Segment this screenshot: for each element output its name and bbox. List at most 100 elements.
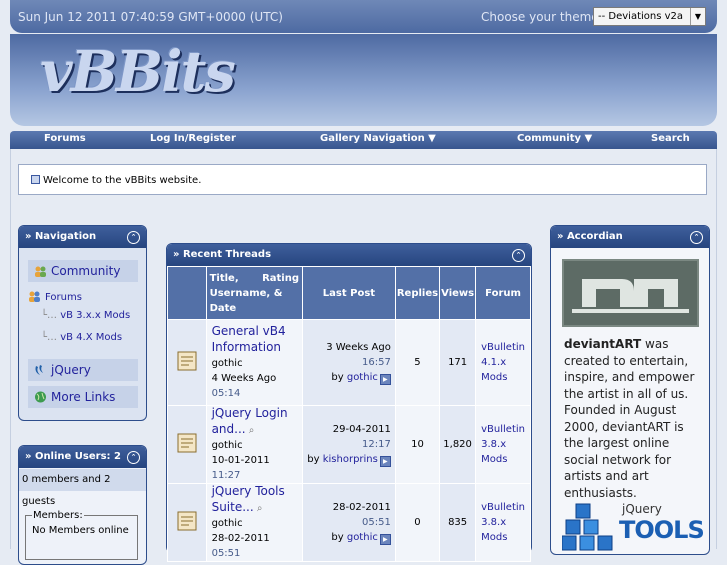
nav-search[interactable]: Search — [651, 133, 690, 144]
forum-cell: vBulletin 3.8.x Mods — [475, 405, 531, 484]
nav-link-vb4[interactable]: └… vB 4.X Mods — [41, 332, 122, 343]
title-column-header[interactable]: Title, Rating Username, & Date — [205, 266, 304, 320]
forum-cell: vBulletin 4.1.x Mods — [475, 319, 531, 406]
table-row: jQuery Tools Suite... ⌕ gothic 28-02-201… — [167, 483, 531, 562]
thread-document-icon — [177, 351, 197, 371]
nav-link-forums-label: Forums — [45, 292, 82, 303]
jquery-small-text: jQuery — [622, 502, 662, 516]
nav-link-jquery[interactable]: jQuery — [28, 359, 138, 381]
accordian-text: deviantART was created to entertain, ins… — [564, 336, 702, 501]
deviantart-brand: deviantART — [564, 337, 642, 351]
forum-header[interactable]: Forum — [475, 266, 531, 320]
icon-column-header — [167, 266, 207, 320]
views-cell: 171 — [439, 319, 477, 406]
recent-threads-box: » Recent Threads ⌃ Title, Rating Username… — [166, 243, 532, 562]
header-title: Title, — [209, 272, 239, 284]
views-header[interactable]: Views — [439, 266, 477, 320]
threads-table: Title, Rating Username, & Date Last Post … — [167, 266, 531, 562]
last-post-cell: 3 Weeks Ago 16:57 by gothic ▶ — [302, 319, 396, 406]
theme-select-value: -- Deviations v2a — [598, 11, 684, 22]
replies-header[interactable]: Replies — [394, 266, 441, 320]
globe-icon — [35, 391, 46, 403]
accordian-header: » Accordian ⌃ — [551, 226, 709, 248]
members-fieldset: Members: No Members online — [25, 510, 138, 560]
by-label: by — [331, 532, 344, 543]
forum-link[interactable]: vBulletin 3.8.x Mods — [481, 502, 525, 543]
nav-gallery-navigation[interactable]: Gallery Navigation ▼ — [320, 133, 436, 144]
header-username: Username, & — [209, 287, 283, 299]
nav-community[interactable]: Community ▼ — [517, 133, 592, 144]
replies-cell: 10 — [394, 405, 441, 484]
forum-link[interactable]: vBulletin 3.8.x Mods — [481, 424, 525, 465]
thread-icon-cell — [167, 405, 207, 484]
thread-document-icon — [177, 433, 197, 453]
thread-time: 05:51 — [211, 548, 241, 559]
collapse-icon[interactable]: ⌃ — [690, 231, 703, 244]
thread-author: gothic — [211, 358, 243, 369]
attachment-icon: ⌕ — [256, 503, 263, 514]
navigation-box: » Navigation ⌃ Community Forums └… vB 3.… — [18, 225, 147, 421]
nav-link-more-links-label: More Links — [51, 390, 116, 404]
users-icon — [29, 291, 40, 302]
last-post-cell: 29-04-2011 12:17 by kishorprins ▶ — [302, 405, 396, 484]
nav-link-vb4-label: vB 4.X Mods — [60, 332, 123, 343]
last-post-user-link[interactable]: gothic — [347, 532, 378, 543]
nav-link-community[interactable]: Community — [28, 260, 138, 282]
collapse-icon[interactable]: ⌃ — [127, 231, 140, 244]
online-users-header: » Online Users: 2 ⌃ — [19, 446, 146, 468]
site-logo[interactable]: vBBits — [40, 39, 236, 105]
last-post-time: 12:17 — [362, 439, 391, 450]
last-post-date: 29-04-2011 — [332, 424, 391, 435]
users-icon — [35, 266, 46, 277]
members-legend: Members: — [33, 510, 83, 521]
nav-link-vb3-label: vB 3.x.x Mods — [60, 310, 131, 321]
jquery-tools-logo[interactable]: jQuery TOOLS — [562, 494, 705, 554]
forum-link[interactable]: vBulletin 4.1.x Mods — [481, 342, 525, 383]
nav-link-jquery-label: jQuery — [51, 363, 91, 377]
by-label: by — [307, 454, 320, 465]
views-cell: 1,820 — [439, 405, 477, 484]
thread-document-icon — [177, 511, 197, 531]
theme-select[interactable]: -- Deviations v2a ▼ — [593, 7, 706, 26]
last-post-user-link[interactable]: kishorprins — [323, 454, 378, 465]
welcome-box: Welcome to the vBBits website. — [18, 164, 707, 195]
thread-icon-cell — [167, 319, 207, 406]
recent-threads-title: » Recent Threads — [173, 249, 272, 260]
last-post-header[interactable]: Last Post — [302, 266, 396, 320]
thread-title-link[interactable]: General vB4 Information — [212, 324, 286, 354]
nav-link-more-links[interactable]: More Links — [28, 386, 138, 408]
thread-date: 4 Weeks Ago — [211, 373, 277, 384]
forum-cell: vBulletin 3.8.x Mods — [475, 483, 531, 562]
attachment-icon: ⌕ — [248, 425, 255, 436]
deviantart-logo[interactable] — [562, 259, 699, 327]
go-to-last-post-icon[interactable]: ▶ — [379, 374, 391, 385]
last-post-time: 05:51 — [362, 517, 391, 528]
nav-login-register[interactable]: Log In/Register — [150, 133, 236, 144]
last-post-user-link[interactable]: gothic — [347, 372, 378, 383]
navigation-box-title: » Navigation — [25, 231, 97, 242]
online-users-title: » Online Users: 2 — [25, 451, 121, 462]
collapse-icon[interactable]: ⌃ — [127, 451, 140, 464]
table-row: jQuery Login and... ⌕ gothic 10-01-2011 … — [167, 405, 531, 484]
welcome-text: Welcome to the vBBits website. — [43, 175, 202, 186]
nav-link-vb3[interactable]: └… vB 3.x.x Mods — [41, 310, 130, 321]
last-post-time: 16:57 — [362, 357, 391, 368]
go-to-last-post-icon[interactable]: ▶ — [379, 456, 391, 467]
replies-cell: 5 — [394, 319, 441, 406]
tools-big-text: TOOLS — [619, 516, 705, 544]
thread-title-cell: jQuery Tools Suite... ⌕ gothic 28-02-201… — [205, 483, 304, 562]
thread-author: gothic — [211, 518, 243, 529]
thread-time: 11:27 — [211, 470, 241, 481]
header-date: Date — [209, 302, 237, 314]
members-text: No Members online — [32, 525, 129, 536]
go-to-last-post-icon[interactable]: ▶ — [379, 534, 391, 545]
nav-link-forums[interactable]: Forums — [28, 290, 82, 303]
collapse-icon[interactable]: ⌃ — [512, 249, 525, 262]
thread-title-cell: jQuery Login and... ⌕ gothic 10-01-2011 … — [205, 405, 304, 484]
recent-threads-header: » Recent Threads ⌃ — [167, 244, 531, 266]
top-bar: Sun Jun 12 2011 07:40:59 GMT+0000 (UTC) … — [10, 0, 717, 33]
thread-title-link[interactable]: jQuery Tools Suite... — [212, 484, 285, 514]
nav-forums[interactable]: Forums — [44, 133, 86, 144]
thread-author: gothic — [211, 440, 243, 451]
site-header: vBBits — [10, 34, 717, 126]
